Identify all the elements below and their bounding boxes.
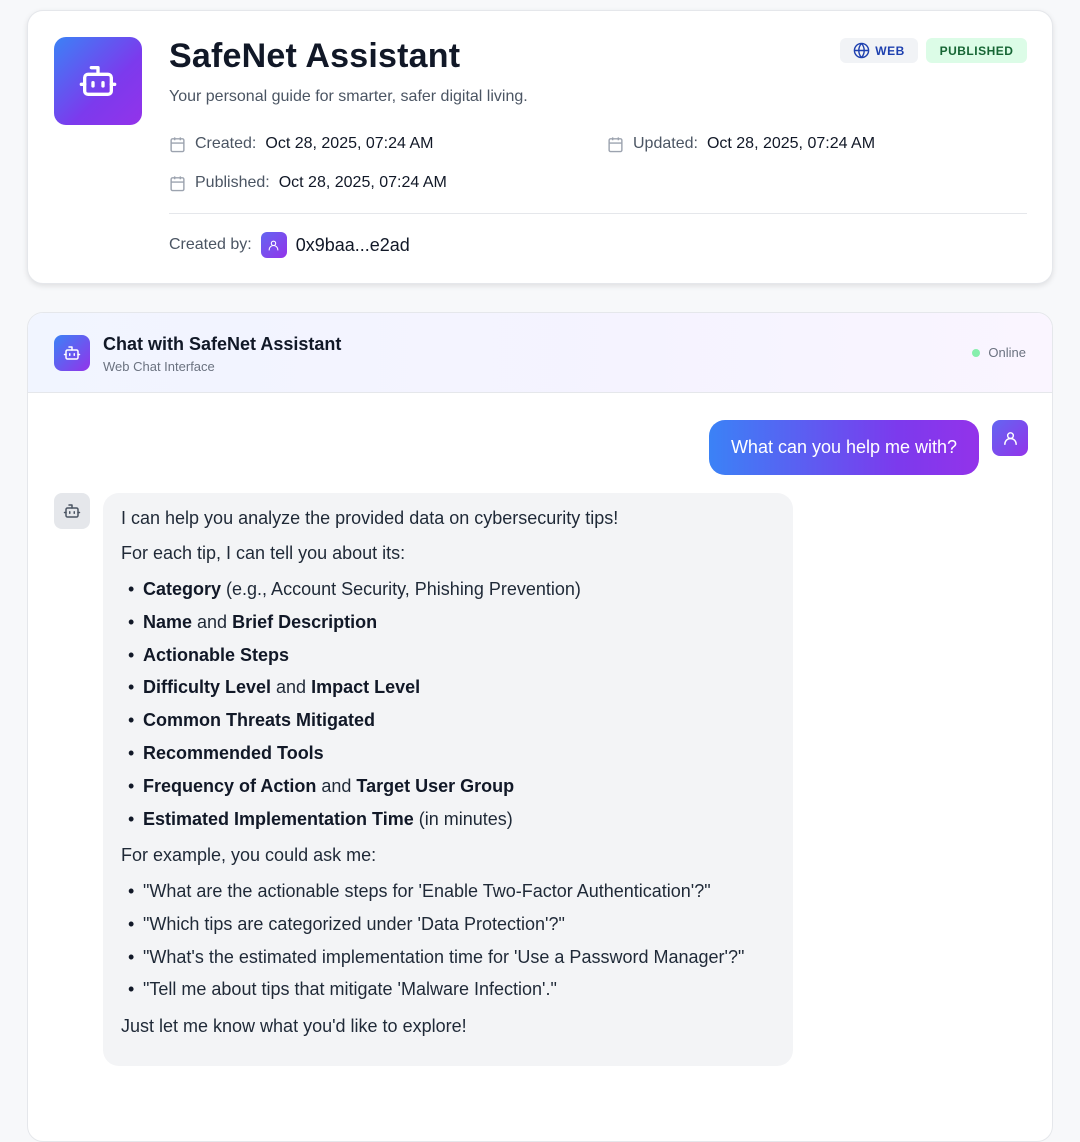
chat-subtitle: Web Chat Interface — [103, 359, 215, 374]
created-meta: Created: Oct 28, 2025, 07:24 AM — [169, 135, 433, 153]
bot-avatar — [54, 493, 90, 529]
agent-avatar — [54, 37, 142, 125]
updated-label: Updated: — [633, 135, 698, 152]
list-item: Common Threats Mitigated — [121, 709, 775, 733]
tip-fields-list: Category (e.g., Account Security, Phishi… — [121, 578, 775, 832]
status-label: Online — [988, 345, 1026, 360]
user-icon — [268, 240, 279, 250]
globe-icon — [853, 42, 870, 59]
chat-agent-avatar — [54, 335, 90, 371]
bot-each-tip: For each tip, I can tell you about its: — [121, 543, 406, 564]
chat-title: Chat with SafeNet Assistant — [103, 334, 342, 354]
web-badge-label: WEB — [875, 43, 905, 58]
calendar-icon — [607, 136, 624, 153]
chat-panel: Chat with SafeNet Assistant Web Chat Int… — [27, 312, 1053, 1142]
bot-closing: Just let me know what you'd like to expl… — [121, 1015, 467, 1036]
agent-tagline: Your personal guide for smarter, safer d… — [169, 88, 528, 105]
published-meta: Published: Oct 28, 2025, 07:24 AM — [169, 174, 447, 192]
robot-icon — [63, 346, 81, 360]
agent-info-card: SafeNet Assistant Your personal guide fo… — [27, 10, 1053, 284]
list-item: "Tell me about tips that mitigate 'Malwa… — [121, 978, 775, 1002]
list-item: "What's the estimated implementation tim… — [121, 946, 775, 970]
status-badge: PUBLISHED — [926, 38, 1027, 63]
robot-icon — [79, 66, 117, 97]
list-item: Name and Brief Description — [121, 611, 775, 635]
list-item: Category (e.g., Account Security, Phishi… — [121, 578, 775, 602]
chat-header: Chat with SafeNet Assistant Web Chat Int… — [28, 313, 1052, 393]
example-questions-list: "What are the actionable steps for 'Enab… — [121, 880, 775, 1002]
calendar-icon — [169, 136, 186, 153]
list-item: Estimated Implementation Time (in minute… — [121, 808, 775, 832]
list-item: Frequency of Action and Target User Grou… — [121, 775, 775, 799]
list-item: Recommended Tools — [121, 742, 775, 766]
published-value: Oct 28, 2025, 07:24 AM — [278, 174, 447, 191]
status-dot — [972, 348, 981, 357]
created-label: Created: — [195, 135, 257, 152]
created-value: Oct 28, 2025, 07:24 AM — [265, 135, 434, 152]
divider — [169, 213, 1027, 214]
creator-avatar — [260, 232, 287, 258]
creator-row: Created by: 0x9baa...e2ad — [169, 232, 410, 258]
bot-example-intro: For example, you could ask me: — [121, 845, 377, 866]
robot-icon — [63, 504, 81, 518]
list-item: Actionable Steps — [121, 644, 775, 668]
user-avatar — [992, 420, 1028, 456]
creator-address[interactable]: 0x9baa...e2ad — [296, 235, 410, 256]
bot-message: I can help you analyze the provided data… — [103, 493, 793, 1066]
published-label: Published: — [195, 174, 270, 191]
user-icon — [1003, 431, 1017, 445]
created-by-label: Created by: — [169, 236, 252, 253]
web-badge: WEB — [840, 38, 918, 63]
updated-value: Oct 28, 2025, 07:24 AM — [706, 135, 876, 152]
agent-name: SafeNet Assistant — [169, 37, 461, 75]
online-status: Online — [972, 345, 1026, 360]
user-message: What can you help me with? — [709, 420, 979, 475]
updated-meta: Updated: Oct 28, 2025, 07:24 AM — [607, 135, 875, 153]
list-item: "Which tips are categorized under 'Data … — [121, 913, 775, 937]
list-item: "What are the actionable steps for 'Enab… — [121, 880, 775, 904]
bot-intro: I can help you analyze the provided data… — [121, 508, 619, 528]
calendar-icon — [169, 175, 186, 192]
list-item: Difficulty Level and Impact Level — [121, 676, 775, 700]
